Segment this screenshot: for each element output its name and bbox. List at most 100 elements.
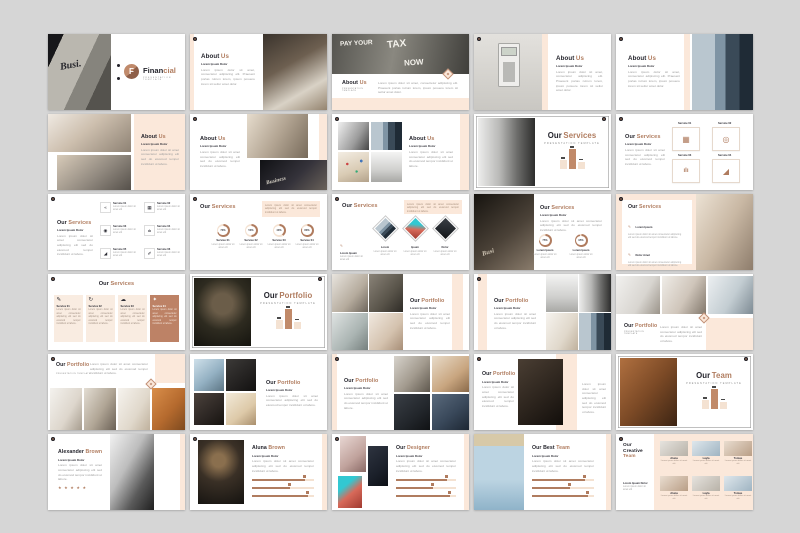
slide-06-about-collage[interactable]: AboutUs Lorem Ipsum Dolor Lorem ipsum do… xyxy=(48,114,185,190)
service-item: ılıService 04Lorem ipsum dolor sit amet … xyxy=(144,225,185,236)
donut-label: Lorem Ipsum xyxy=(537,249,554,252)
brand-wordmark: Financial Presentation Template xyxy=(143,66,185,81)
slide-24-portfolio-center[interactable]: OurPortfolio Lorem Ipsum Dolor Lorem ips… xyxy=(474,354,611,430)
slide-08-about-grid[interactable]: AboutUs Lorem Ipsum Dolor Lorem ipsum do… xyxy=(332,114,469,190)
bar xyxy=(711,389,718,409)
slide-10-services-boxes[interactable]: OurServices Lorem Ipsum Dolor Lorem ipsu… xyxy=(616,114,753,190)
heading-dark: About xyxy=(342,80,358,86)
slide-02-about[interactable]: AboutUs Lorem Ipsum Dolor Lorem ipsum do… xyxy=(190,34,327,110)
team-photo xyxy=(369,274,403,312)
logo-dot-icon xyxy=(477,37,481,41)
lounge-photo xyxy=(332,313,368,350)
subheading: Lorem Ipsum Dolor xyxy=(494,306,536,310)
rating-stars: ★ ★ ★ ★ ★ xyxy=(58,485,102,490)
slide-15-services-card[interactable]: OurServices ✎ Lorem Ipsum Lorem ipsum do… xyxy=(616,194,753,270)
logo-dot-icon xyxy=(193,117,197,121)
heading-dark: Our xyxy=(344,378,354,384)
accent-stripe xyxy=(460,114,469,190)
slide-09-services-divider[interactable]: OurServices Presentation Template xyxy=(474,114,611,190)
service-text: Lorem ipsum dolor sit amet elit xyxy=(113,251,141,258)
logo-dot-icon xyxy=(193,197,197,201)
donut-text: Lorem ipsum dolor sit amet elit xyxy=(568,253,594,260)
heading-dark: Our xyxy=(396,445,406,451)
slide-13-services-diamonds[interactable]: OurServices Lorem ipsum dolor sit amet c… xyxy=(332,194,469,270)
slide-19-portfolio-grid[interactable]: OurPortfolio Lorem Ipsum Dolor Lorem ips… xyxy=(474,274,611,350)
heading-accent: Portfolio xyxy=(635,323,657,329)
slide-20-portfolio-wide[interactable]: OurPortfolio Presentation Template Lorem… xyxy=(616,274,753,350)
slide-23-portfolio-grid2[interactable]: OurPortfolio Lorem Ipsum Dolor Lorem ips… xyxy=(332,354,469,430)
member-photo xyxy=(692,441,720,456)
slide-29-best-team[interactable]: Our BestTeam Lorem Ipsum Dolor Lorem ips… xyxy=(474,434,611,510)
slide-30-creative-team[interactable]: Our CreativeTeam Lorem Ipsum Dolor Lorem… xyxy=(616,434,753,510)
handshake-photo xyxy=(696,194,753,270)
heading-accent: Portfolio xyxy=(421,298,444,304)
slide-04-about-calc[interactable]: AboutUs Lorem Ipsum Dolor Lorem ipsum do… xyxy=(474,34,611,110)
meeting-photo xyxy=(247,114,308,158)
logo-dot-icon xyxy=(193,37,197,41)
skill-bar xyxy=(532,479,594,481)
donut-chart: 50% xyxy=(245,224,258,237)
tagline: Presentation Template xyxy=(342,88,372,92)
donut-value: 70% xyxy=(218,226,228,236)
accent-stripe xyxy=(684,34,690,110)
slide-12-services-donuts[interactable]: OurServices Lorem ipsum dolor sit amet c… xyxy=(190,194,327,270)
card-text: Lorem ipsum dolor sit amet consectetur a… xyxy=(57,309,81,326)
slide-25-team-divider[interactable]: OurTeam Presentation Template xyxy=(616,354,753,430)
heading-accent: Designer xyxy=(407,445,430,451)
member-first-name: Alexander xyxy=(58,449,84,455)
slide-22-portfolio-portraits[interactable]: OurPortfolio Lorem Ipsum Dolor Lorem ips… xyxy=(190,354,327,430)
chart-icon: ◢ xyxy=(100,248,111,259)
heading-accent: Team xyxy=(712,371,732,380)
target-icon: ◎ xyxy=(723,135,730,144)
slide-03-about-tax[interactable]: PAY YOUR TAX NOW AboutUs Presentation Te… xyxy=(332,34,469,110)
diamond-caption: LoremLorem ipsum dolor sit amet elit xyxy=(372,244,398,257)
slide-26-member-alexander[interactable]: AlexanderBrown Lorem Ipsum Dolor Lorem i… xyxy=(48,434,185,510)
bar xyxy=(276,320,283,329)
donut-stat: 50% Service 02 Lorem ipsum dolor sit ame… xyxy=(238,224,264,250)
member-text: Lorem ipsum dolor sit amet elit xyxy=(660,460,688,466)
service-item: ◉Service 03Lorem ipsum dolor sit amet el… xyxy=(100,225,141,236)
heading-dark: Our xyxy=(548,131,562,140)
business-headline: Business xyxy=(266,176,287,187)
donut-text: Lorem ipsum dolor sit amet elit xyxy=(210,243,236,250)
subheading: Lorem Ipsum Dolor xyxy=(628,64,680,68)
heading-dark: About xyxy=(409,136,426,142)
card-text: Lorem ipsum dolor sit amet consectetur a… xyxy=(121,309,145,326)
slide-07-about-business[interactable]: AboutUs Lorem Ipsum Dolor Lorem ipsum do… xyxy=(190,114,327,190)
subheading: Lorem Ipsum Dolor xyxy=(410,306,450,310)
slide-16-services-cards[interactable]: OurServices ✎Service 01Lorem ipsum dolor… xyxy=(48,274,185,350)
heading-dark: Our xyxy=(696,371,710,380)
slide-05-about-tower[interactable]: AboutUs Lorem Ipsum Dolor Lorem ipsum do… xyxy=(616,34,753,110)
team-note: Lorem Ipsum Dolor Lorem ipsum dolor sit … xyxy=(623,482,651,492)
slide-28-our-designer[interactable]: OurDesigner Lorem Ipsum Dolor Lorem ipsu… xyxy=(332,434,469,510)
about-content: AboutUs Lorem Ipsum Dolor Lorem ipsum do… xyxy=(409,136,453,168)
slide-18-portfolio-collage[interactable]: OurPortfolio Lorem Ipsum Dolor Lorem ips… xyxy=(332,274,469,350)
slide-17-portfolio-divider[interactable]: OurPortfolio Presentation Template xyxy=(190,274,327,350)
intro-box: Lorem ipsum dolor sit amet consectetur a… xyxy=(262,201,320,217)
services-card: OurServices ✎ Lorem Ipsum Lorem ipsum do… xyxy=(622,200,692,264)
service-item: «Service 01Lorem ipsum dolor sit amet el… xyxy=(100,202,141,213)
heading-dark: Our xyxy=(200,204,210,210)
card-text: Lorem ipsum dolor sit amet consectetur a… xyxy=(89,309,113,326)
slide-01-cover[interactable]: Busi. F Financial Presentation Template xyxy=(48,34,185,110)
image-icon: ▦ xyxy=(144,202,155,213)
heading-accent: Us xyxy=(576,55,584,62)
slide-11-services-list[interactable]: OurServices Lorem Ipsum Dolor Lorem ipsu… xyxy=(48,194,185,270)
heading-dark: Our xyxy=(494,298,504,304)
body-text: Lorem ipsum dolor sit amet, consectetur … xyxy=(201,68,255,87)
member-photo xyxy=(724,441,752,456)
heading-dark: Our xyxy=(56,362,66,368)
workspace-photo xyxy=(50,388,82,430)
suit-photo xyxy=(432,394,469,430)
logo-dot-icon xyxy=(619,437,623,441)
about-content: AboutUs Presentation Template xyxy=(342,80,372,92)
bar xyxy=(560,160,567,169)
about-content: AboutUs Lorem Ipsum Dolor Lorem ipsum do… xyxy=(141,134,179,166)
slide-21-portfolio-row[interactable]: OurPortfolio Presentation Template Lorem… xyxy=(48,354,185,430)
subheading: Lorem Ipsum Dolor xyxy=(396,454,456,458)
tagline: Presentation Template xyxy=(56,373,91,375)
heading-accent: Portfolio xyxy=(493,371,515,377)
bar xyxy=(569,149,576,169)
slide-14-services-stats[interactable]: Busi OurServices Lorem Ipsum Dolor Lorem… xyxy=(474,194,611,270)
slide-27-member-aluna[interactable]: AlunaBrown Lorem Ipsum Dolor Lorem ipsum… xyxy=(190,434,327,510)
